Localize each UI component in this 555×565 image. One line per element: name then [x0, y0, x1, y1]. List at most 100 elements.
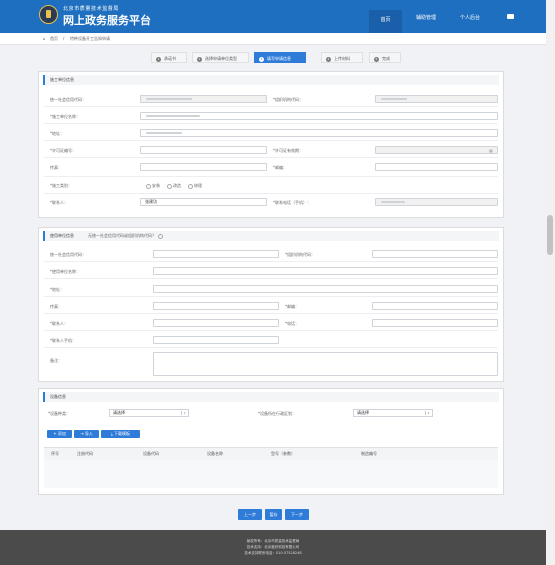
- row-divider: [44, 123, 498, 124]
- step-num: 2: [197, 57, 202, 62]
- row-divider: [44, 193, 498, 194]
- equip-district-select[interactable]: 请选择 ▾: [353, 409, 433, 417]
- no-code-checkbox[interactable]: [158, 233, 163, 239]
- radio-dot: [146, 183, 151, 189]
- radio-install[interactable]: 安装: [146, 181, 160, 190]
- row-divider: [44, 347, 498, 348]
- col-model: 型号（参数）: [271, 451, 295, 456]
- fax-label: 传真：: [50, 165, 62, 170]
- user-title: 使用单位信息 无统一社会信用代码或组织机构代码？: [43, 231, 499, 241]
- home-icon[interactable]: ⌂: [43, 36, 46, 41]
- equip-district-label: *设备所在行政区划：: [258, 411, 296, 416]
- platform-title: 网上政务服务平台: [63, 14, 151, 27]
- row-divider: [44, 296, 498, 297]
- radio-dot: [188, 183, 193, 189]
- user-address-input[interactable]: [153, 285, 498, 293]
- scrollbar-thumb[interactable]: [547, 215, 553, 255]
- row-divider: [44, 106, 498, 107]
- breadcrumb-sep: /: [63, 36, 65, 41]
- download-template-button[interactable]: ⤓ 下载模板: [101, 430, 140, 438]
- construction-panel: 施工单位信息: [38, 71, 504, 218]
- radio-modify[interactable]: 改造: [167, 181, 181, 190]
- row-divider: [44, 157, 498, 158]
- user-note: 无统一社会信用代码或组织机构代码？: [88, 233, 156, 238]
- row-divider: [44, 278, 498, 279]
- footer: 版权所有：北京市质量技术监督局 技术支持：北京鑫欣科技有限公司 技术支持联系电话…: [0, 530, 546, 565]
- step-5: 5 完成: [369, 52, 401, 63]
- scrollbar[interactable]: [546, 0, 555, 565]
- fax-input[interactable]: [140, 163, 267, 171]
- next-step-button[interactable]: 下一步: [285, 509, 309, 520]
- step-label: 上传材料: [334, 56, 350, 61]
- address-input[interactable]: [140, 129, 498, 137]
- prev-step-button[interactable]: 上一步: [238, 509, 262, 520]
- import-label: 导入: [84, 431, 93, 436]
- user-tel-input[interactable]: [372, 319, 498, 327]
- user-credit-input[interactable]: [153, 250, 279, 258]
- mail-icon[interactable]: [507, 14, 514, 19]
- col-serial: 制造编号: [361, 451, 377, 456]
- user-contact-input[interactable]: [153, 319, 279, 327]
- radio-label: 安装: [152, 183, 160, 188]
- user-mobile-input[interactable]: [153, 336, 279, 344]
- user-fax-label: 传真：: [50, 304, 62, 309]
- save-draft-button[interactable]: 暂存: [265, 509, 282, 520]
- credit-code-label: 统一社会信用代码：: [50, 97, 86, 102]
- col-equip-code: 设备代码: [143, 451, 159, 456]
- step-2: 2 选择申请单位类型: [192, 52, 249, 63]
- equipment-title: 设备信息: [43, 392, 499, 402]
- calendar-icon[interactable]: ▦: [489, 146, 493, 155]
- emblem-logo: [39, 5, 58, 24]
- contact-label: *联系人：: [50, 200, 68, 205]
- user-tel-label: *电话：: [285, 321, 299, 326]
- user-postcode-input[interactable]: [372, 302, 498, 310]
- step-label: 选择申请单位类型: [205, 56, 237, 61]
- postcode-label: *邮编：: [273, 165, 287, 170]
- redacted-text: [146, 115, 200, 117]
- user-contact-label: *联系人：: [50, 321, 68, 326]
- row-divider: [44, 330, 498, 331]
- license-expiry-input[interactable]: [375, 146, 498, 154]
- equip-type-select[interactable]: 请选择 ▾: [109, 409, 189, 417]
- select-value: 请选择: [113, 410, 125, 415]
- nav-assist[interactable]: 辅助管理: [416, 14, 436, 21]
- row-divider: [44, 176, 498, 177]
- radio-repair[interactable]: 修理: [188, 181, 202, 190]
- footer-support: 技术支持：北京鑫欣科技有限公司: [246, 545, 300, 549]
- equip-type-label: *设备种类：: [48, 411, 70, 416]
- radio-label: 修理: [194, 183, 202, 188]
- redacted-text: [146, 132, 182, 134]
- equipment-table-body: [44, 460, 498, 488]
- org-code-label: *组织机构代码：: [273, 97, 303, 102]
- category-label: *施工类别：: [50, 183, 72, 188]
- step-num: 1: [156, 57, 161, 62]
- remark-label: 备注：: [50, 358, 62, 363]
- radio-label: 改造: [173, 183, 181, 188]
- postcode-input[interactable]: [375, 163, 498, 171]
- user-name-input[interactable]: [153, 267, 498, 275]
- remark-textarea[interactable]: [153, 352, 498, 376]
- user-fax-input[interactable]: [153, 302, 279, 310]
- step-num: 5: [374, 57, 379, 62]
- step-label: 完成: [382, 56, 390, 61]
- step-3: 3 填写申请信息: [254, 52, 306, 63]
- import-button[interactable]: ⇥ 导入: [74, 430, 99, 438]
- license-expiry-label: *许可证有效期：: [273, 148, 303, 153]
- download-label: 下载模板: [114, 431, 131, 436]
- user-address-label: *地址：: [50, 287, 64, 292]
- nav-personal[interactable]: 个人后台: [460, 14, 480, 21]
- user-org-input[interactable]: [372, 250, 498, 258]
- col-seq: 序号: [51, 451, 59, 456]
- redacted-text: [381, 201, 405, 203]
- step-4: 4 上传材料: [321, 52, 363, 63]
- license-no-input[interactable]: [140, 146, 267, 154]
- nav-home[interactable]: 首页: [369, 10, 402, 35]
- license-no-label: *许可证编号：: [50, 148, 76, 153]
- user-org-label: *组织机构代码：: [285, 252, 315, 257]
- footer-phone: 技术支持联系电话：010-57528248: [244, 551, 302, 555]
- redacted-text: [146, 98, 192, 100]
- add-button[interactable]: + 添加: [47, 430, 72, 438]
- contact-input[interactable]: 张建功: [140, 198, 267, 206]
- redacted-text: [381, 98, 407, 100]
- breadcrumb-home[interactable]: 首页: [50, 36, 58, 42]
